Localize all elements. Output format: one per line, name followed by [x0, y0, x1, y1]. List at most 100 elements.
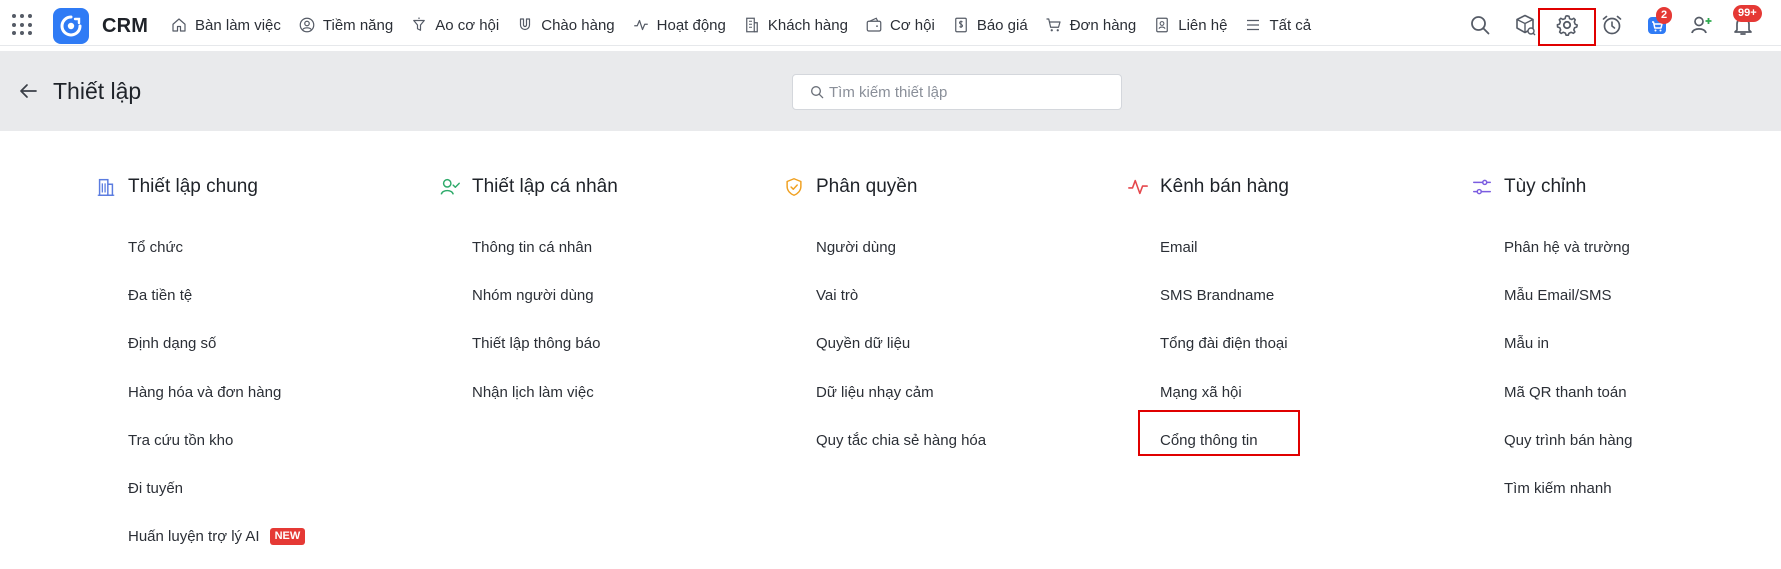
setting-link[interactable]: Đa tiền tệ — [128, 271, 428, 319]
building-columns-icon — [95, 176, 117, 198]
setting-link[interactable]: Tìm kiếm nhanh — [1504, 464, 1781, 512]
setting-link[interactable]: Mẫu in — [1504, 320, 1781, 368]
home-icon — [170, 16, 188, 34]
activity-icon — [632, 16, 650, 34]
nav-label: Báo giá — [976, 16, 1028, 34]
pulse-icon — [1127, 176, 1149, 198]
dollar-doc-icon — [952, 16, 970, 34]
setting-link[interactable]: Email — [1160, 223, 1460, 271]
package-search-icon[interactable] — [1511, 11, 1539, 39]
setting-link[interactable]: Tổng đài điện thoại — [1160, 320, 1460, 368]
section-items: Người dùng Vai trò Quyền dữ liệu Dữ liệu… — [816, 223, 1116, 464]
app-name[interactable]: CRM — [102, 15, 148, 38]
setting-link[interactable]: Tổ chức — [128, 223, 428, 271]
section-title: Thiết lập chung — [128, 176, 258, 197]
nav-item-hoat-dong[interactable]: Hoạt động — [632, 0, 726, 50]
nav-item-co-hoi[interactable]: Cơ hội — [865, 0, 935, 50]
setting-link[interactable]: Người dùng — [816, 223, 1116, 271]
nav-label: Ao cơ hội — [435, 16, 500, 34]
setting-link[interactable]: Tra cứu tồn kho — [128, 416, 428, 464]
building-icon — [743, 16, 761, 34]
nav-item-khach-hang[interactable]: Khách hàng — [743, 0, 848, 50]
setting-link[interactable]: Định dạng số — [128, 320, 428, 368]
sliders-icon — [1471, 176, 1493, 198]
settings-search-box[interactable] — [792, 74, 1122, 110]
nav-item-don-hang[interactable]: Đơn hàng — [1045, 0, 1136, 50]
nav-label: Tất cả — [1269, 16, 1312, 34]
section-header: Phân quyền — [786, 173, 1116, 201]
shield-check-icon — [783, 176, 805, 198]
section-header: Thiết lập chung — [97, 173, 428, 201]
nav-item-ban-lam-viec[interactable]: Bàn làm việc — [170, 0, 281, 50]
nav-item-lien-he[interactable]: Liên hệ — [1153, 0, 1227, 50]
setting-link-label: Huấn luyện trợ lý AI — [128, 528, 260, 546]
setting-link[interactable]: Đi tuyến — [128, 464, 428, 512]
setting-link[interactable]: Thiết lập thông báo — [472, 320, 772, 368]
setting-link[interactable]: Nhận lịch làm việc — [472, 368, 772, 416]
top-navigation-bar: CRM Bàn làm việc Tiềm năng Ao cơ hội Chà… — [0, 0, 1781, 46]
add-user-icon[interactable] — [1687, 11, 1715, 39]
nav-label: Liên hệ — [1178, 16, 1228, 34]
section-title: Phân quyền — [816, 176, 918, 197]
section-header: Kênh bán hàng — [1128, 173, 1460, 201]
global-search-icon[interactable] — [1466, 11, 1494, 39]
alarm-clock-icon[interactable] — [1598, 11, 1626, 39]
user-check-icon — [439, 176, 461, 198]
crm-logo-icon[interactable] — [53, 8, 89, 44]
back-arrow-icon[interactable] — [16, 79, 40, 103]
cart-icon — [1045, 16, 1063, 34]
nav-item-tiem-nang[interactable]: Tiềm năng — [298, 0, 393, 50]
nav-label: Cơ hội — [889, 16, 935, 34]
new-badge: NEW — [269, 528, 306, 546]
setting-link-ai-training[interactable]: Huấn luyện trợ lý AI NEW — [128, 513, 428, 561]
section-header: Tùy chỉnh — [1473, 173, 1781, 201]
setting-link[interactable]: Quy trình bán hàng — [1504, 416, 1781, 464]
section-items: Thông tin cá nhân Nhóm người dùng Thiết … — [472, 223, 772, 416]
section-title: Tùy chỉnh — [1504, 176, 1587, 197]
nav-label: Khách hàng — [767, 16, 848, 34]
setting-link[interactable]: SMS Brandname — [1160, 271, 1460, 319]
nav-item-bao-gia[interactable]: Báo giá — [952, 0, 1028, 50]
setting-link[interactable]: Nhóm người dùng — [472, 271, 772, 319]
section-items: Phân hệ và trường Mẫu Email/SMS Mẫu in M… — [1504, 223, 1781, 513]
section-title: Kênh bán hàng — [1160, 176, 1289, 197]
magnet-icon — [516, 16, 534, 34]
nav-item-tat-ca[interactable]: Tất cả — [1244, 0, 1311, 50]
section-general: Thiết lập chung Tổ chức Đa tiền tệ Định … — [97, 173, 428, 561]
setting-link[interactable]: Mã QR thanh toán — [1504, 368, 1781, 416]
settings-gear-icon[interactable] — [1553, 11, 1581, 39]
nav-label: Chào hàng — [541, 16, 615, 34]
section-personal: Thiết lập cá nhân Thông tin cá nhân Nhóm… — [440, 173, 772, 416]
setting-link[interactable]: Quyền dữ liệu — [816, 320, 1116, 368]
funnel-icon — [410, 16, 428, 34]
setting-link[interactable]: Hàng hóa và đơn hàng — [128, 368, 428, 416]
nav-item-chao-hang[interactable]: Chào hàng — [516, 0, 615, 50]
wallet-icon — [865, 16, 883, 34]
contact-icon — [1153, 16, 1171, 34]
user-circle-icon — [298, 16, 316, 34]
cart-count-badge: 2 — [1656, 7, 1673, 24]
page-title: Thiết lập — [53, 78, 142, 104]
nav-label: Hoạt động — [656, 16, 726, 34]
setting-link[interactable]: Mẫu Email/SMS — [1504, 271, 1781, 319]
nav-label: Bàn làm việc — [195, 16, 281, 34]
setting-link[interactable]: Vai trò — [816, 271, 1116, 319]
main-nav: Bàn làm việc Tiềm năng Ao cơ hội Chào hà… — [170, 0, 1328, 50]
setting-link[interactable]: Phân hệ và trường — [1504, 223, 1781, 271]
setting-link[interactable]: Quy tắc chia sẻ hàng hóa — [816, 416, 1116, 464]
section-items: Email SMS Brandname Tổng đài điện thoại … — [1160, 223, 1460, 464]
setting-link[interactable]: Mạng xã hội — [1160, 368, 1460, 416]
setting-link-portal[interactable]: Cổng thông tin — [1160, 416, 1460, 464]
section-items: Tổ chức Đa tiền tệ Định dạng số Hàng hóa… — [128, 223, 428, 561]
search-icon — [811, 86, 824, 99]
section-header: Thiết lập cá nhân — [440, 173, 772, 201]
section-custom: Tùy chỉnh Phân hệ và trường Mẫu Email/SM… — [1473, 173, 1781, 513]
app-launcher-grid-icon[interactable] — [12, 14, 34, 36]
section-channels: Kênh bán hàng Email SMS Brandname Tổng đ… — [1128, 173, 1460, 464]
menu-lines-icon — [1244, 16, 1262, 34]
setting-link[interactable]: Thông tin cá nhân — [472, 223, 772, 271]
settings-search-input[interactable] — [829, 83, 1109, 101]
notification-count-badge: 99+ — [1733, 5, 1762, 22]
nav-item-ao-co-hoi[interactable]: Ao cơ hội — [410, 0, 499, 50]
setting-link[interactable]: Dữ liệu nhạy cảm — [816, 368, 1116, 416]
